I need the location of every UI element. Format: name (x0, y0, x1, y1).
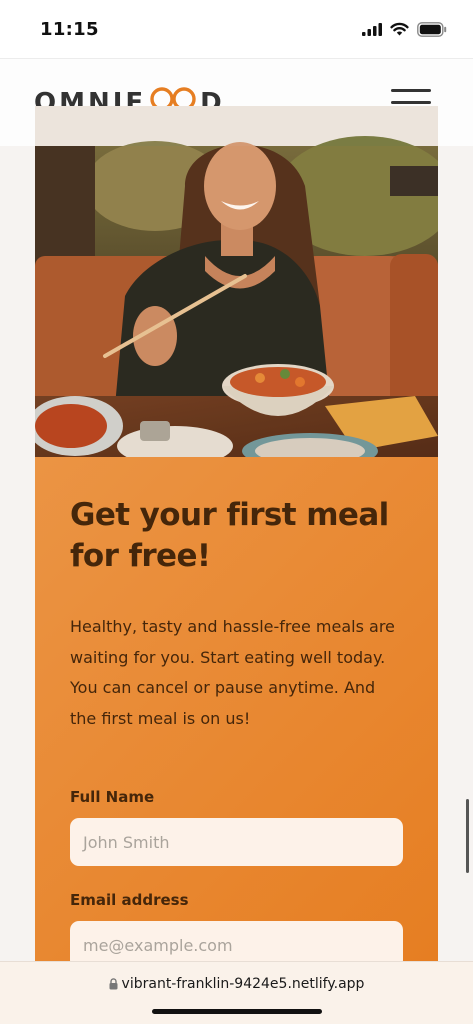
menu-line (391, 101, 431, 104)
url-text: vibrant-franklin-9424e5.netlify.app (121, 976, 365, 992)
menu-line (391, 88, 431, 92)
wifi-icon (390, 22, 409, 36)
url-row[interactable]: vibrant-franklin-9424e5.netlify.app (0, 976, 473, 992)
full-name-label: Full Name (70, 788, 155, 806)
email-placeholder: me@example.com (83, 935, 233, 955)
email-input[interactable]: me@example.com (70, 921, 403, 962)
full-name-placeholder: John Smith (83, 832, 170, 852)
status-bar: 11:15 (0, 0, 473, 58)
full-name-input[interactable]: John Smith (70, 818, 403, 866)
battery-icon (417, 21, 447, 37)
lock-icon (109, 978, 118, 990)
status-time: 11:15 (40, 18, 99, 40)
home-indicator[interactable] (152, 1009, 322, 1014)
cta-card: Get your first meal for free! Healthy, t… (35, 106, 438, 962)
cta-content: Get your first meal for free! Healthy, t… (35, 457, 438, 962)
cta-title: Get your first meal for free! (70, 497, 389, 574)
status-icons (362, 21, 447, 37)
scrollbar[interactable] (466, 799, 469, 873)
cta-description: Healthy, tasty and hassle-free meals are… (70, 617, 395, 728)
hero-photo (35, 106, 438, 457)
cellular-signal-icon (362, 22, 382, 36)
browser-url-bar[interactable]: vibrant-franklin-9424e5.netlify.app (0, 961, 473, 1024)
email-label: Email address (70, 891, 189, 909)
